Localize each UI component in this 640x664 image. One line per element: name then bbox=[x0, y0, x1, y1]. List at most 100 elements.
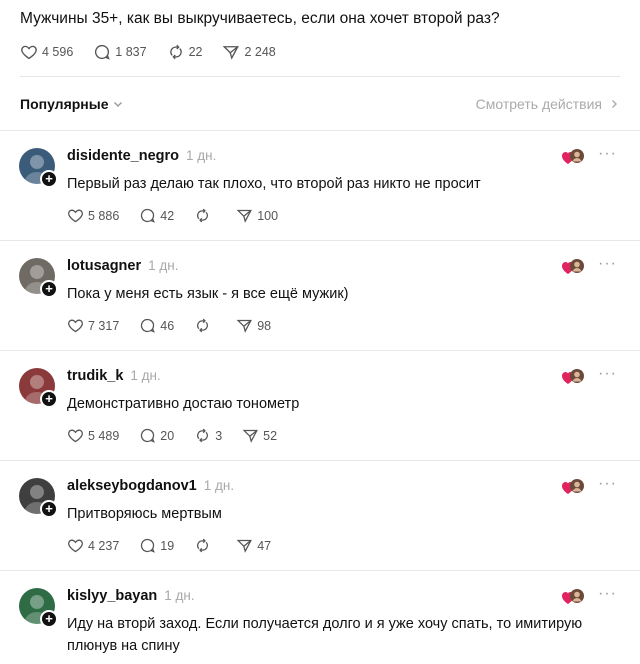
send-icon bbox=[223, 46, 240, 60]
send-icon bbox=[236, 209, 253, 223]
comment: + trudik_k 1 дн. Демонстративно достаю т… bbox=[0, 350, 640, 460]
timestamp: 1 дн. bbox=[130, 368, 161, 383]
comment-header: lotusagner 1 дн. bbox=[67, 258, 178, 274]
heart-icon bbox=[68, 319, 83, 333]
view-activity-label: Смотреть действия bbox=[475, 96, 602, 112]
heart-icon bbox=[68, 539, 83, 553]
share-count: 47 bbox=[257, 538, 272, 553]
timestamp: 1 дн. bbox=[186, 148, 217, 163]
post-like-button[interactable]: 4 596 bbox=[20, 43, 73, 61]
post-share-count: 2 248 bbox=[244, 45, 276, 59]
like-button[interactable]: 5 489 bbox=[67, 427, 119, 444]
follow-plus-icon[interactable]: + bbox=[40, 610, 58, 628]
comment-bubble-icon bbox=[141, 208, 156, 223]
follow-plus-icon[interactable]: + bbox=[40, 390, 58, 408]
username[interactable]: alekseybogdanov1 bbox=[67, 478, 197, 494]
share-count: 100 bbox=[257, 208, 279, 223]
like-count: 7 317 bbox=[88, 318, 120, 333]
comment-header: kislyy_bayan 1 дн. bbox=[67, 588, 195, 604]
reply-button[interactable]: 19 bbox=[139, 537, 174, 554]
comment-header: disidente_negro 1 дн. bbox=[67, 148, 216, 164]
follow-plus-icon[interactable]: + bbox=[40, 170, 58, 188]
author-liked-icon bbox=[562, 589, 584, 604]
post-stats: 4 596 1 837 22 2 248 bbox=[20, 43, 296, 61]
share-button[interactable]: 98 bbox=[236, 317, 271, 334]
username[interactable]: kislyy_bayan bbox=[67, 588, 157, 604]
repost-icon bbox=[197, 318, 209, 333]
post-like-count: 4 596 bbox=[42, 45, 74, 59]
sort-dropdown[interactable]: Популярные bbox=[20, 96, 124, 112]
comment-text: Демонстративно достаю тонометр bbox=[67, 396, 300, 412]
comment-bubble-icon bbox=[141, 538, 156, 553]
repost-button[interactable] bbox=[194, 317, 216, 334]
post-reply-count: 1 837 bbox=[115, 45, 147, 59]
reply-count: 46 bbox=[160, 318, 175, 333]
repost-icon bbox=[169, 44, 182, 60]
heart-icon bbox=[21, 45, 37, 60]
comment-actions: 4 237 19 47 bbox=[67, 537, 291, 554]
follow-plus-icon[interactable]: + bbox=[40, 280, 58, 298]
sort-label: Популярные bbox=[20, 96, 109, 112]
reply-button[interactable]: 20 bbox=[139, 427, 174, 444]
comment-header: alekseybogdanov1 1 дн. bbox=[67, 478, 234, 494]
comment: + kislyy_bayan 1 дн. Иду на вторй заход.… bbox=[0, 570, 640, 664]
comment-bubble-icon bbox=[141, 428, 156, 443]
post-text: Мужчины 35+, как вы выкручиваетесь, если… bbox=[20, 10, 500, 27]
like-button[interactable]: 5 886 bbox=[67, 207, 119, 224]
send-icon bbox=[236, 539, 253, 553]
comment: + lotusagner 1 дн. Пока у меня есть язык… bbox=[0, 240, 640, 350]
share-button[interactable]: 100 bbox=[236, 207, 278, 224]
username[interactable]: lotusagner bbox=[67, 258, 141, 274]
repost-icon bbox=[197, 208, 209, 223]
more-dots-icon[interactable]: ··· bbox=[598, 475, 617, 493]
follow-plus-icon[interactable]: + bbox=[40, 500, 58, 518]
repost-icon bbox=[197, 428, 209, 443]
post-repost-button[interactable]: 22 bbox=[167, 43, 203, 61]
comment-bubble-icon bbox=[95, 44, 111, 60]
reply-button[interactable]: 46 bbox=[139, 317, 174, 334]
username[interactable]: disidente_negro bbox=[67, 148, 179, 164]
chevron-right-icon bbox=[612, 100, 617, 108]
heart-icon bbox=[68, 429, 83, 443]
comment-bubble-icon bbox=[141, 318, 156, 333]
view-activity-link[interactable]: Смотреть действия bbox=[476, 96, 620, 112]
reply-button[interactable]: 42 bbox=[139, 207, 174, 224]
repost-button[interactable] bbox=[194, 207, 216, 224]
like-count: 4 237 bbox=[88, 538, 120, 553]
send-icon bbox=[242, 429, 259, 443]
share-count: 52 bbox=[263, 428, 278, 443]
like-count: 5 489 bbox=[88, 428, 120, 443]
chevron-down-icon bbox=[114, 102, 123, 107]
comment: + alekseybogdanov1 1 дн. Притворяюсь мер… bbox=[0, 460, 640, 570]
like-button[interactable]: 7 317 bbox=[67, 317, 119, 334]
repost-icon bbox=[197, 538, 209, 553]
more-dots-icon[interactable]: ··· bbox=[598, 255, 617, 273]
timestamp: 1 дн. bbox=[203, 478, 235, 493]
author-liked-icon bbox=[562, 479, 584, 494]
more-dots-icon[interactable]: ··· bbox=[598, 585, 617, 603]
comment-text: Иду на вторй заход. Если получается долг… bbox=[67, 616, 583, 654]
post-reply-button[interactable]: 1 837 bbox=[93, 43, 147, 61]
post-repost-count: 22 bbox=[188, 45, 203, 59]
like-button[interactable]: 4 237 bbox=[67, 537, 119, 554]
like-count: 5 886 bbox=[88, 208, 120, 223]
comment: + disidente_negro 1 дн. Первый раз делаю… bbox=[0, 130, 640, 240]
more-dots-icon[interactable]: ··· bbox=[598, 145, 617, 163]
post-share-button[interactable]: 2 248 bbox=[222, 43, 276, 61]
reply-count: 19 bbox=[160, 538, 175, 553]
share-button[interactable]: 47 bbox=[236, 537, 271, 554]
repost-button[interactable]: 3 bbox=[194, 427, 222, 444]
comment-text: Притворяюсь мертвым bbox=[67, 506, 222, 522]
username[interactable]: trudik_k bbox=[67, 368, 123, 384]
share-count: 98 bbox=[257, 318, 272, 333]
repost-button[interactable] bbox=[194, 537, 216, 554]
timestamp: 1 дн. bbox=[164, 588, 195, 603]
heart-icon bbox=[68, 209, 83, 223]
comment-actions: 5 886 42 100 bbox=[67, 207, 298, 224]
comment-text: Первый раз делаю так плохо, что второй р… bbox=[67, 176, 481, 192]
more-dots-icon[interactable]: ··· bbox=[598, 365, 617, 383]
author-liked-icon bbox=[562, 149, 584, 164]
share-button[interactable]: 52 bbox=[242, 427, 277, 444]
timestamp: 1 дн. bbox=[148, 258, 179, 273]
send-icon bbox=[236, 319, 253, 333]
